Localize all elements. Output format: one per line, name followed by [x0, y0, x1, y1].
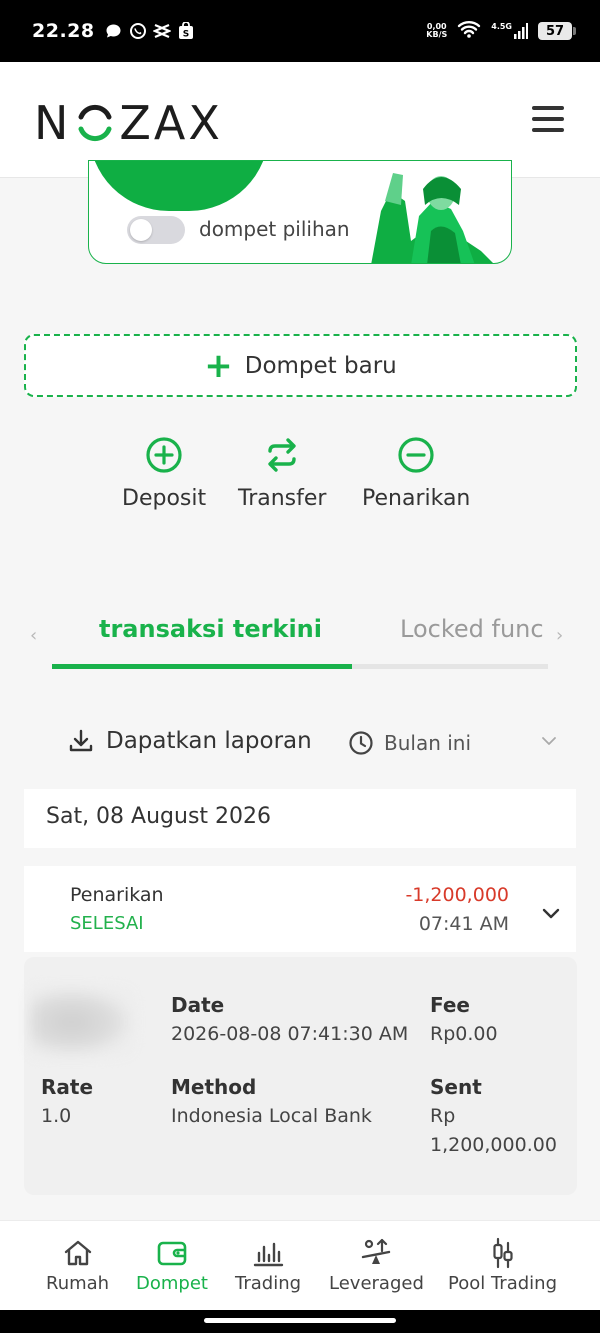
transaction-row[interactable]: Penarikan SELESAI -1,200,000 07:41 AM — [24, 866, 576, 952]
nav-pool-trading[interactable]: Pool Trading — [448, 1237, 557, 1294]
blurred-bank-logo — [30, 987, 134, 1057]
tab-bar: ‹ transaksi terkini Locked func › — [24, 605, 576, 669]
person-illustration-icon — [371, 173, 493, 263]
chevron-down-icon[interactable] — [540, 732, 558, 750]
tab-active-indicator — [52, 664, 352, 669]
sent-currency: Rp — [430, 1105, 456, 1127]
sent-label: Sent — [430, 1075, 482, 1099]
tab-scroll-left-icon[interactable]: ‹ — [30, 625, 37, 646]
nav-pool-trading-label: Pool Trading — [448, 1273, 558, 1294]
leverage-icon — [362, 1238, 391, 1264]
tab-recent-transactions[interactable]: transaksi terkini — [99, 615, 322, 643]
get-report-button[interactable]: Dapatkan laporan — [68, 728, 312, 754]
nav-wallet[interactable]: Dompet — [136, 1237, 208, 1294]
date-group-header: Sat, 08 August 2026 — [24, 789, 576, 848]
deposit-button[interactable]: Deposit — [122, 436, 206, 511]
transaction-status: SELESAI — [70, 913, 144, 934]
date-header-label: Sat, 08 August 2026 — [46, 804, 272, 829]
preferred-wallet-toggle[interactable] — [127, 216, 185, 244]
wifi-icon — [457, 20, 481, 42]
shop-bag-icon: S — [177, 22, 195, 40]
sent-amount: 1,200,000.00 — [430, 1134, 557, 1156]
get-report-label: Dapatkan laporan — [106, 728, 312, 754]
bottom-navigation: Rumah Dompet Trading Leveraged Pool Trad… — [0, 1220, 600, 1310]
wallet-icon — [157, 1241, 187, 1266]
new-wallet-label: Dompet baru — [244, 352, 397, 379]
hamburger-menu-button[interactable] — [532, 106, 564, 132]
rate-value: 1.0 — [41, 1105, 72, 1127]
capcut-icon — [152, 22, 171, 40]
transfer-icon — [268, 438, 296, 472]
withdraw-button[interactable]: Penarikan — [362, 436, 470, 511]
fee-value: Rp0.00 — [430, 1023, 498, 1045]
tab-scroll-right-icon[interactable]: › — [556, 625, 563, 646]
nav-leveraged-label: Leveraged — [329, 1273, 424, 1294]
status-time: 22.28 — [32, 20, 95, 42]
transfer-button[interactable]: Transfer — [238, 436, 326, 511]
period-select[interactable]: Bulan ini — [348, 730, 471, 756]
tab-locked-funds[interactable]: Locked func — [400, 615, 548, 643]
transaction-details: Date 2026-08-08 07:41:30 AM Fee Rp0.00 R… — [24, 957, 577, 1195]
withdraw-label: Penarikan — [362, 486, 471, 511]
nozax-logo[interactable]: N ZAX — [34, 96, 223, 150]
date-label: Date — [171, 993, 225, 1017]
network-speed: 0,00 KB/S — [426, 22, 448, 39]
minus-circle-icon — [398, 437, 434, 473]
method-value: Indonesia Local Bank — [171, 1105, 372, 1127]
transaction-amount: -1,200,000 — [405, 884, 509, 906]
wallet-card[interactable]: dompet pilihan — [88, 160, 512, 264]
card-decoration — [89, 161, 269, 211]
transfer-label: Transfer — [238, 486, 327, 511]
status-bar: 22.28 S 0,00 KB/S 4.5G 57 — [0, 0, 600, 62]
method-label: Method — [171, 1075, 257, 1099]
period-value: Bulan ini — [384, 731, 472, 755]
battery-indicator: 57 — [538, 22, 576, 40]
signal-icon: 4.5G — [491, 23, 528, 39]
nav-leveraged[interactable]: Leveraged — [329, 1237, 424, 1294]
svg-text:S: S — [182, 30, 188, 40]
nav-home[interactable]: Rumah — [46, 1237, 109, 1294]
home-icon — [64, 1240, 91, 1266]
transaction-time: 07:41 AM — [418, 913, 509, 935]
date-value: 2026-08-08 07:41:30 AM — [171, 1023, 409, 1045]
nav-wallet-label: Dompet — [136, 1273, 208, 1294]
expand-chevron-icon[interactable] — [540, 902, 562, 924]
clock-icon — [349, 731, 373, 755]
nav-home-label: Rumah — [46, 1273, 110, 1294]
plus-circle-icon — [146, 437, 182, 473]
nav-trading[interactable]: Trading — [235, 1237, 301, 1294]
transaction-type: Penarikan — [70, 884, 164, 906]
toggle-label: dompet pilihan — [199, 217, 350, 241]
logo-o-icon — [78, 104, 112, 142]
plus-icon: + — [204, 345, 233, 386]
bar-chart-icon — [253, 1242, 284, 1267]
nav-trading-label: Trading — [235, 1273, 302, 1294]
fee-label: Fee — [430, 993, 470, 1017]
download-icon — [69, 729, 93, 752]
whatsapp-icon — [129, 22, 147, 40]
gesture-navigation-bar[interactable] — [0, 1310, 600, 1333]
new-wallet-button[interactable]: + Dompet baru — [24, 334, 577, 397]
deposit-label: Deposit — [122, 486, 207, 511]
rate-label: Rate — [41, 1075, 94, 1099]
chat-bubble-icon — [105, 22, 123, 40]
candlestick-icon — [492, 1237, 513, 1269]
